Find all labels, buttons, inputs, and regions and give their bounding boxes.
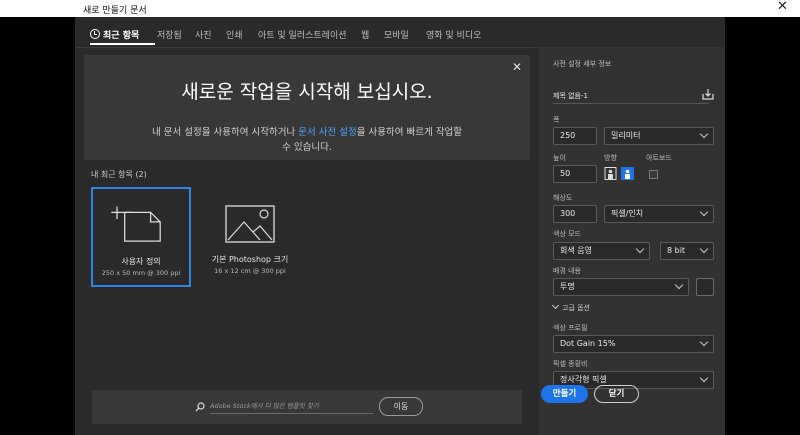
stock-search-bar: 이동 [92,390,522,424]
window-title: 새로 만들기 문서 [83,6,147,16]
landscape-orientation-icon[interactable] [621,167,634,180]
new-document-dialog: 최근 항목 저장됨 사진 인쇄 아트 및 일러스트레이션 웹 모바일 영화 및 … [75,17,725,435]
artboard-checkbox[interactable] [649,170,658,179]
height-label: 높이 [553,154,566,162]
orientation-label: 방향 [604,154,617,162]
chevron-down-icon [635,244,645,254]
resolution-label: 해상도 [553,194,573,202]
document-name-underline [553,103,709,104]
active-tab-indicator [90,43,155,45]
welcome-banner: ✕ 새로운 작업을 시작해 보십시오. 내 문서 설정을 사용하여 시작하거나 … [84,55,530,160]
bit-depth-select[interactable]: 8 bit [660,242,714,260]
width-input[interactable]: 250 [553,127,597,145]
category-tabs: 최근 항목 저장됨 사진 인쇄 아트 및 일러스트레이션 웹 모바일 영화 및 … [75,17,725,48]
tab-recent[interactable]: 최근 항목 [90,28,139,41]
recent-item-name: 사용자 정의 [121,257,161,266]
chevron-down-icon [699,129,709,139]
advanced-options-toggle[interactable]: 고급 옵션 [551,301,590,313]
chevron-down-icon [699,207,709,217]
artboard-label: 아트보드 [646,154,672,162]
tab-web[interactable]: 웹 [361,28,369,41]
close-button[interactable]: 닫기 [594,385,639,403]
recent-item-photoshop-default[interactable]: 기본 Photoshop 크기 16 x 12 cm @ 300 ppi [200,187,300,287]
color-mode-select[interactable]: 회색 음영 [553,242,650,260]
go-button[interactable]: 이동 [379,397,423,416]
tab-saved[interactable]: 저장됨 [157,28,182,41]
tab-art-illustration[interactable]: 아트 및 일러스트레이션 [258,28,347,41]
custom-document-icon [111,206,161,242]
chevron-down-icon [699,373,709,383]
portrait-orientation-icon[interactable] [604,167,617,180]
banner-close-icon[interactable]: ✕ [512,60,522,74]
chevron-down-icon [699,337,709,347]
chevron-down-icon [551,301,560,310]
recent-item-custom[interactable]: 사용자 정의 250 x 50 mm @ 300 ppi [91,187,191,287]
color-mode-label: 색상 모드 [553,230,581,238]
save-preset-icon[interactable] [702,88,714,100]
clock-icon [90,29,100,39]
create-button[interactable]: 만들기 [541,385,588,403]
width-label: 폭 [553,116,560,124]
recent-items-label: 내 최근 항목 (2) [91,170,147,179]
tab-film-video[interactable]: 영화 및 비디오 [426,28,481,41]
background-color-swatch[interactable] [696,278,714,296]
chevron-down-icon [699,244,709,254]
search-icon [195,402,205,412]
color-profile-select[interactable]: Dot Gain 15% [553,335,714,353]
banner-text: 내 문서 설정을 사용하여 시작하거나 문서 사전 설정을 사용하여 빠르게 작… [152,127,462,153]
title-bar: 새로 만들기 문서 ✕ [0,0,800,17]
resolution-input[interactable]: 300 [553,205,597,223]
color-profile-label: 색상 프로필 [553,324,588,332]
banner-title: 새로운 작업을 시작해 보십시오. [181,81,433,103]
window-close-icon[interactable]: ✕ [777,0,788,14]
background-label: 배경 내용 [553,267,581,275]
recent-item-size: 16 x 12 cm @ 300 ppi [214,267,286,275]
pixel-aspect-label: 픽셀 종횡비 [553,360,588,368]
document-name-field[interactable]: 제목 없음-1 [553,91,588,101]
recent-item-size: 250 x 50 mm @ 300 ppi [101,269,181,277]
resolution-unit-select[interactable]: 픽셀/인치 [604,205,714,223]
image-document-icon [225,205,275,243]
chevron-down-icon [674,280,684,290]
document-presets-link[interactable]: 문서 사전 설정 [298,127,356,138]
height-input[interactable]: 50 [553,165,597,183]
width-unit-select[interactable]: 밀리미터 [604,127,714,145]
preset-details-panel: 사전 설정 세부 정보 제목 없음-1 폭 250 밀리미터 높이 방향 아트보… [539,47,725,435]
stock-search-input[interactable] [210,399,373,414]
tab-mobile[interactable]: 모바일 [384,28,409,41]
preset-details-header: 사전 설정 세부 정보 [553,60,612,68]
tab-print[interactable]: 인쇄 [226,28,243,41]
background-select[interactable]: 투명 [553,278,689,296]
recent-item-name: 기본 Photoshop 크기 [211,255,289,264]
tab-photo[interactable]: 사진 [195,28,212,41]
